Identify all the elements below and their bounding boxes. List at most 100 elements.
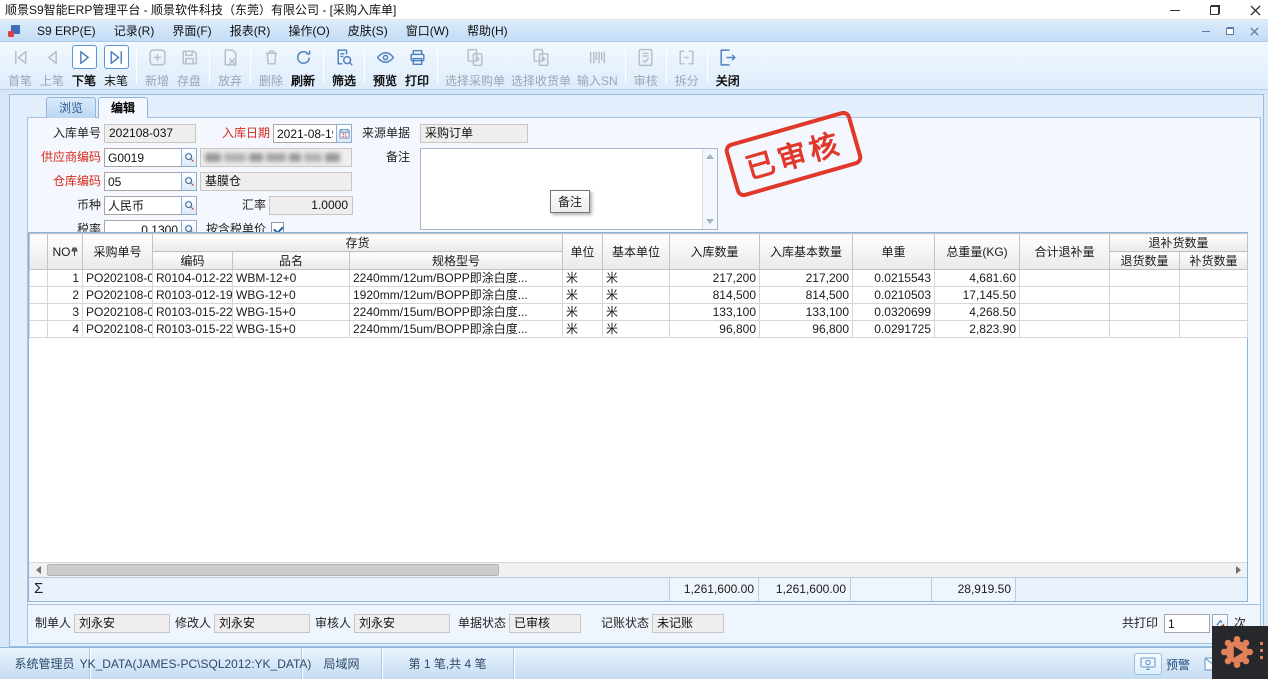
supplier-code-input[interactable]: [104, 148, 182, 167]
cell-unit-weight[interactable]: 0.0291725: [853, 321, 935, 338]
row-selector-cell[interactable]: [30, 287, 48, 304]
print-count-input[interactable]: [1164, 614, 1210, 633]
receipt-date-input[interactable]: [273, 124, 337, 143]
cell-spec[interactable]: 2240mm/15um/BOPP即涂白度...: [350, 304, 563, 321]
warehouse-lookup-button[interactable]: [181, 172, 197, 191]
toolbar-save-button[interactable]: 存盘: [173, 44, 205, 88]
cell-total-adjust[interactable]: [1020, 304, 1110, 321]
menu-item[interactable]: 皮肤(S): [339, 20, 397, 42]
restore-icon[interactable]: [1208, 3, 1222, 17]
col-header-spec[interactable]: 规格型号: [350, 252, 563, 270]
supplier-lookup-button[interactable]: [181, 148, 197, 167]
cell-supply-qty[interactable]: [1180, 287, 1248, 304]
menu-item[interactable]: 报表(R): [221, 20, 280, 42]
cell-total-adjust[interactable]: [1020, 287, 1110, 304]
cell-no[interactable]: 3: [48, 304, 83, 321]
cell-po[interactable]: PO202108-0...: [83, 304, 153, 321]
toolbar-prev-button[interactable]: 上笔: [36, 44, 68, 88]
remark-textarea[interactable]: [421, 149, 702, 229]
hscroll-thumb[interactable]: [47, 564, 499, 576]
cell-code[interactable]: R0103-015-2240-00: [153, 321, 233, 338]
toolbar-print-button[interactable]: 打印: [401, 44, 433, 88]
cell-base-qty[interactable]: 133,100: [760, 304, 853, 321]
cell-total-weight[interactable]: 4,681.60: [935, 270, 1020, 287]
tab-edit[interactable]: 编辑: [98, 97, 148, 118]
row-selector-cell[interactable]: [30, 304, 48, 321]
col-header-base-qty[interactable]: 入库基本数量: [760, 234, 853, 270]
row-selector-cell[interactable]: [30, 321, 48, 338]
col-header-return-qty[interactable]: 退货数量: [1110, 252, 1180, 270]
mdi-restore-icon[interactable]: [1224, 25, 1236, 37]
cell-base-qty[interactable]: 96,800: [760, 321, 853, 338]
col-header-total-adjust[interactable]: 合计退补量: [1020, 234, 1110, 270]
cell-total-weight[interactable]: 2,823.90: [935, 321, 1020, 338]
cell-qty[interactable]: 133,100: [670, 304, 760, 321]
col-header-name[interactable]: 品名: [233, 252, 350, 270]
cell-return-qty[interactable]: [1110, 270, 1180, 287]
cell-base-unit[interactable]: 米: [603, 287, 670, 304]
cell-unit[interactable]: 米: [563, 321, 603, 338]
scroll-up-icon[interactable]: [704, 150, 716, 163]
col-header-inventory[interactable]: 存货: [153, 234, 563, 252]
menu-item[interactable]: 操作(O): [279, 20, 338, 42]
cell-spec[interactable]: 2240mm/15um/BOPP即涂白度...: [350, 321, 563, 338]
toolbar-discard-button[interactable]: 放弃: [214, 44, 246, 88]
cell-qty[interactable]: 96,800: [670, 321, 760, 338]
warehouse-code-input[interactable]: [104, 172, 182, 191]
cell-no[interactable]: 4: [48, 321, 83, 338]
col-header-return-supply[interactable]: 退补货数量: [1110, 234, 1248, 252]
cell-name[interactable]: WBM-12+0: [233, 270, 350, 287]
cell-spec[interactable]: 2240mm/12um/BOPP即涂白度...: [350, 270, 563, 287]
toolbar-input-sn-button[interactable]: 输入SN: [574, 44, 621, 88]
toolbar-filter-button[interactable]: 筛选: [328, 44, 360, 88]
menu-item[interactable]: S9 ERP(E): [28, 20, 105, 42]
cell-return-qty[interactable]: [1110, 321, 1180, 338]
cell-code[interactable]: R0104-012-2240-00: [153, 270, 233, 287]
cell-no[interactable]: 2: [48, 287, 83, 304]
toolbar-delete-button[interactable]: 删除: [255, 44, 287, 88]
cell-total-adjust[interactable]: [1020, 321, 1110, 338]
cell-unit[interactable]: 米: [563, 270, 603, 287]
cell-name[interactable]: WBG-15+0: [233, 321, 350, 338]
col-header-no[interactable]: NO: [48, 234, 83, 270]
scroll-right-icon[interactable]: [1231, 564, 1245, 576]
cell-no[interactable]: 1: [48, 270, 83, 287]
widget-menu-dots[interactable]: [1260, 642, 1263, 659]
mdi-close-icon[interactable]: [1248, 25, 1260, 37]
cell-unit[interactable]: 米: [563, 304, 603, 321]
cell-po[interactable]: PO202108-0...: [83, 270, 153, 287]
scroll-left-icon[interactable]: [31, 564, 45, 576]
cell-return-qty[interactable]: [1110, 287, 1180, 304]
cell-qty[interactable]: 814,500: [670, 287, 760, 304]
cell-base-unit[interactable]: 米: [603, 321, 670, 338]
toolbar-first-button[interactable]: 首笔: [4, 44, 36, 88]
cell-unit-weight[interactable]: 0.0210503: [853, 287, 935, 304]
cell-code[interactable]: R0103-012-1920-00: [153, 287, 233, 304]
menu-item[interactable]: 窗口(W): [397, 20, 458, 42]
cell-unit-weight[interactable]: 0.0215543: [853, 270, 935, 287]
cell-name[interactable]: WBG-15+0: [233, 304, 350, 321]
col-header-unit-weight[interactable]: 单重: [853, 234, 935, 270]
toolbar-new-button[interactable]: 新增: [141, 44, 173, 88]
menu-item[interactable]: 帮助(H): [458, 20, 517, 42]
col-header-base-unit[interactable]: 基本单位: [603, 234, 670, 270]
cell-qty[interactable]: 217,200: [670, 270, 760, 287]
calendar-button[interactable]: 31: [336, 124, 352, 143]
cell-name[interactable]: WBG-12+0: [233, 287, 350, 304]
cell-return-qty[interactable]: [1110, 304, 1180, 321]
tab-browse[interactable]: 浏览: [46, 97, 96, 118]
col-header-supply-qty[interactable]: 补货数量: [1180, 252, 1248, 270]
toolbar-refresh-button[interactable]: 刷新: [287, 44, 319, 88]
cell-base-unit[interactable]: 米: [603, 270, 670, 287]
currency-input[interactable]: [104, 196, 182, 215]
cell-base-qty[interactable]: 217,200: [760, 270, 853, 287]
cell-po[interactable]: PO202108-0...: [83, 287, 153, 304]
col-header-qty[interactable]: 入库数量: [670, 234, 760, 270]
cell-total-weight[interactable]: 17,145.50: [935, 287, 1020, 304]
mdi-minimize-icon[interactable]: [1200, 25, 1212, 37]
floating-widget[interactable]: [1212, 626, 1268, 679]
toolbar-preview-button[interactable]: 预览: [369, 44, 401, 88]
cell-unit[interactable]: 米: [563, 287, 603, 304]
cell-total-adjust[interactable]: [1020, 270, 1110, 287]
minimize-icon[interactable]: [1168, 3, 1182, 17]
